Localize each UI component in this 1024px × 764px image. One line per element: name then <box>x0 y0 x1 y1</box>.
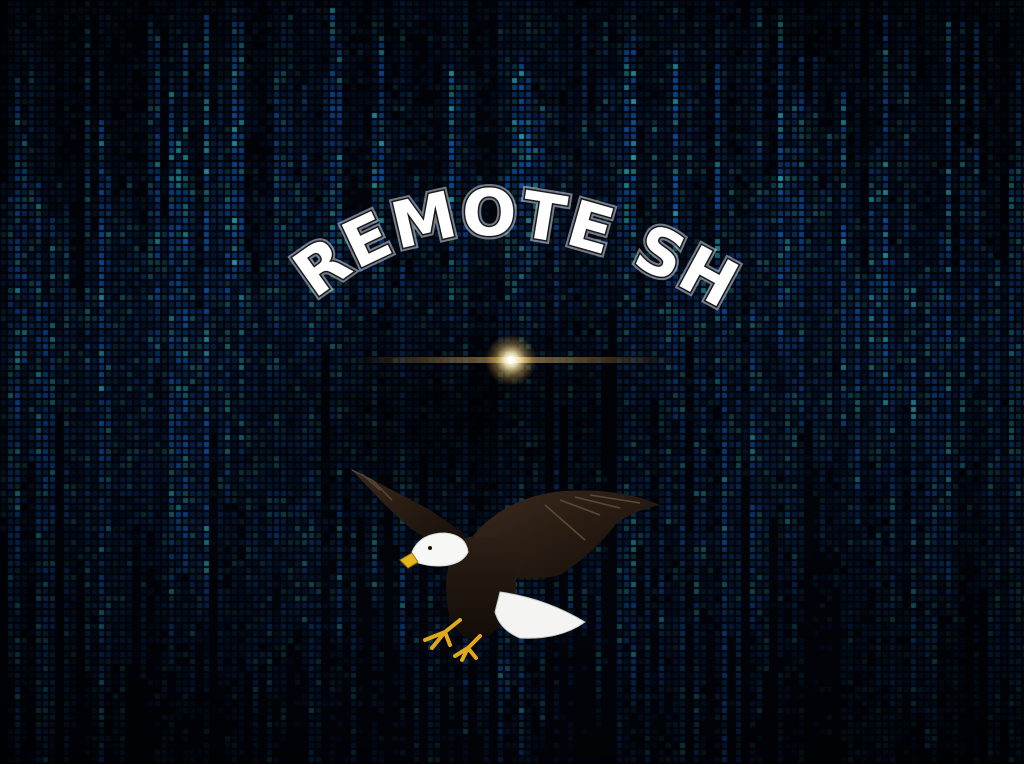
matrix-rain-background <box>0 0 1024 764</box>
splash-screen: REMOTE SHELL REMOTE SHELL <box>0 0 1024 764</box>
